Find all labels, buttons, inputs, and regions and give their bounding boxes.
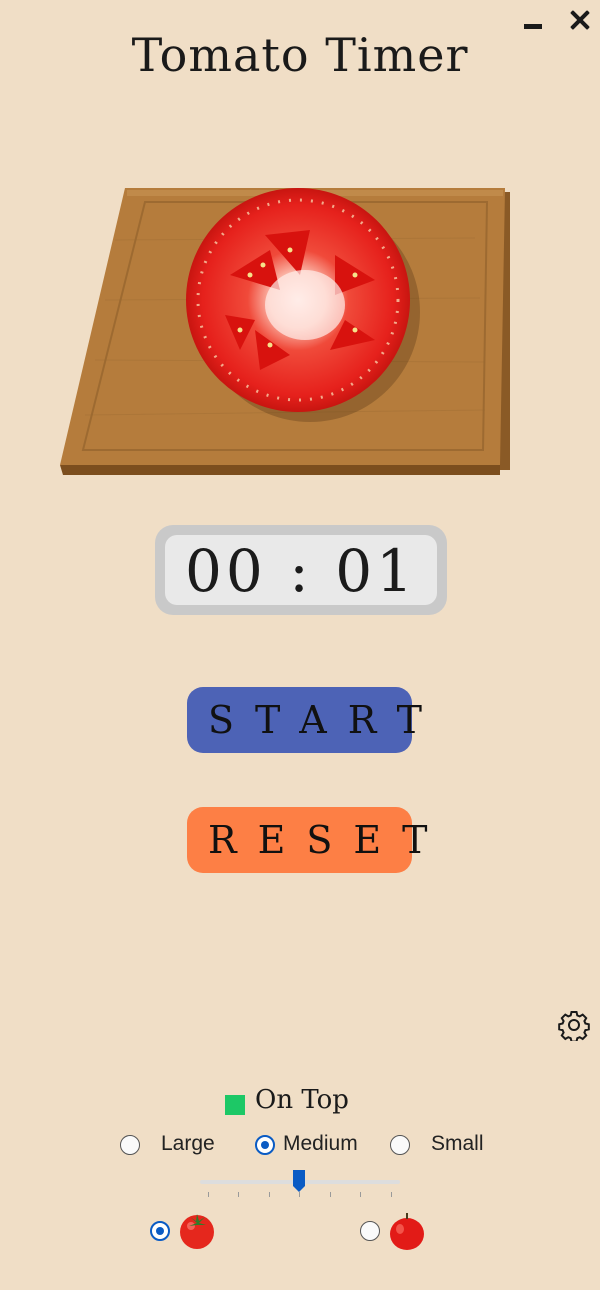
size-small-label: Small: [431, 1132, 484, 1155]
gear-icon[interactable]: [558, 1009, 590, 1043]
red-tomato-icon[interactable]: [387, 1211, 427, 1251]
timer-readout: 00 : 01: [165, 535, 437, 605]
image-option-1-radio[interactable]: [150, 1221, 170, 1241]
image-option-2-radio[interactable]: [360, 1221, 380, 1241]
tomato-board-illustration: [55, 180, 515, 485]
whole-tomato-icon[interactable]: [177, 1211, 217, 1251]
size-small-radio[interactable]: [390, 1135, 410, 1155]
on-top-label: On Top: [255, 1085, 349, 1115]
on-top-checkbox[interactable]: [225, 1095, 245, 1115]
start-button[interactable]: START: [187, 687, 422, 753]
size-slider[interactable]: [200, 1168, 400, 1198]
timer-display: 00 : 01: [155, 525, 447, 615]
size-large-radio[interactable]: [120, 1135, 140, 1155]
size-medium-radio[interactable]: [255, 1135, 275, 1155]
reset-button[interactable]: RESET: [187, 807, 427, 873]
size-medium-label: Medium: [283, 1132, 358, 1155]
app-title: Tomato Timer: [131, 28, 469, 82]
slider-thumb[interactable]: [293, 1170, 305, 1192]
size-large-label: Large: [161, 1132, 215, 1155]
